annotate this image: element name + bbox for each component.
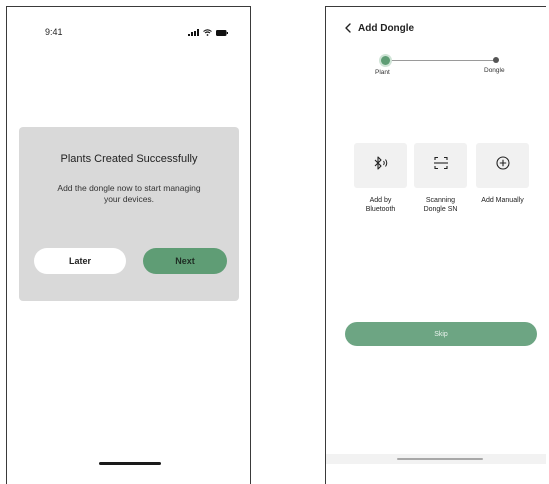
option-label: Add Manually [481, 197, 524, 204]
step-label-dongle: Dongle [484, 67, 505, 74]
status-time: 9:41 [45, 27, 63, 37]
step-label-plant: Plant [375, 69, 390, 76]
plus-circle-icon [495, 156, 510, 175]
dialog-title: Plants Created Successfully [60, 153, 198, 165]
add-by-bluetooth-option[interactable]: Add by Bluetooth [354, 143, 407, 214]
manual-card[interactable] [476, 143, 529, 188]
nav-header: Add Dongle [326, 21, 546, 39]
status-icons [188, 29, 228, 36]
success-dialog: Plants Created Successfully Add the dong… [19, 127, 239, 301]
home-indicator[interactable] [99, 462, 161, 465]
option-label: Scanning Dongle SN [423, 197, 458, 213]
battery-icon [216, 29, 228, 36]
scan-icon [433, 156, 449, 175]
scanning-dongle-sn-option[interactable]: Scanning Dongle SN [414, 143, 467, 214]
page-title: Add Dongle [358, 23, 415, 34]
scan-card[interactable] [414, 143, 467, 188]
home-indicator[interactable] [397, 458, 483, 460]
option-label: Add by Bluetooth [365, 197, 396, 213]
chevron-left-icon[interactable] [344, 23, 352, 35]
step-dot-dongle [493, 57, 499, 63]
next-button[interactable]: Next [143, 248, 227, 274]
bluetooth-card[interactable] [354, 143, 407, 188]
bottom-bar [326, 454, 546, 464]
bluetooth-icon [372, 156, 390, 175]
signal-icon [188, 29, 199, 36]
step-connector [385, 60, 497, 61]
wifi-icon [203, 29, 212, 36]
progress-stepper: Plant Dongle [326, 55, 546, 85]
later-button[interactable]: Later [34, 248, 126, 274]
phone-screen-add-dongle: Add Dongle Plant Dongle Add by Bluetooth [325, 6, 546, 484]
status-bar: 9:41 [7, 27, 250, 41]
add-manually-option[interactable]: Add Manually [475, 143, 530, 205]
step-dot-plant [381, 56, 390, 65]
skip-button[interactable]: Skip [345, 322, 537, 346]
dialog-message: Add the dongle now to start managing you… [57, 183, 201, 204]
phone-screen-plant-created: 9:41 Plants Created Successfully Add the… [6, 6, 251, 484]
